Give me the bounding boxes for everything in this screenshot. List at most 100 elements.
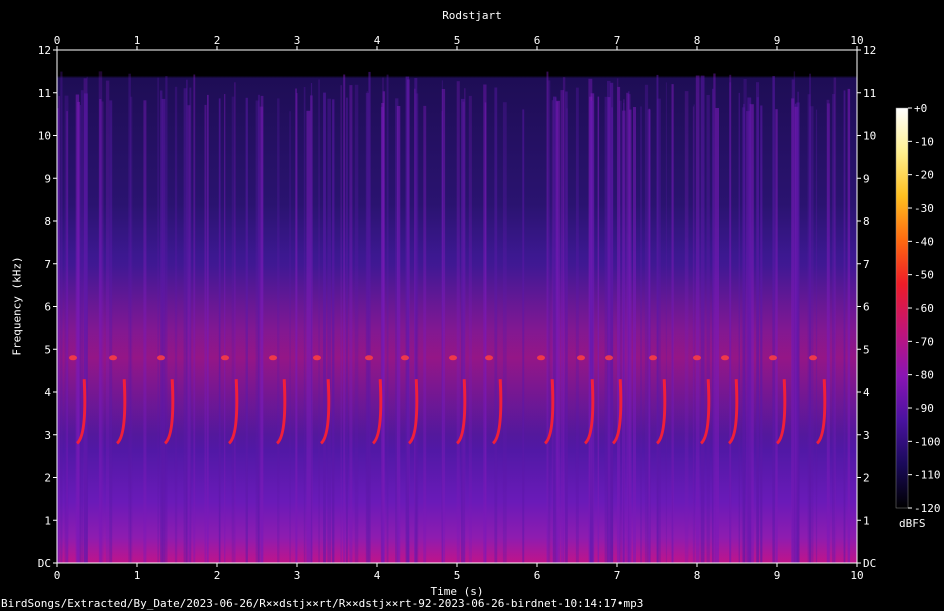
call-high-note (485, 355, 493, 361)
y-tick-label-left: 7 (44, 258, 51, 271)
colorbar-tick-label: -100 (914, 435, 941, 448)
colorbar-tick-label: -90 (914, 402, 934, 415)
noise-streak (193, 74, 196, 563)
x-tick-label-top: 6 (534, 34, 541, 47)
x-tick-label-top: 1 (134, 34, 141, 47)
noise-streak (231, 96, 235, 563)
noise-streak (556, 101, 558, 563)
noise-streak (66, 111, 68, 563)
colorbar (896, 108, 908, 508)
noise-streak (833, 77, 837, 563)
call-high-note (649, 355, 657, 361)
colorbar-tick-label: -30 (914, 202, 934, 215)
call-high-note (721, 355, 729, 361)
noise-streak (826, 99, 830, 564)
y-tick-label-left: 8 (44, 215, 51, 228)
noise-streak (79, 105, 81, 563)
x-tick-label-top: 10 (850, 34, 863, 47)
call-high-note (401, 355, 409, 361)
noise-streak (617, 86, 621, 564)
call-high-note (537, 355, 545, 361)
noise-streak (277, 98, 280, 564)
noise-streak (607, 80, 611, 564)
noise-streak (405, 76, 410, 563)
noise-streak (207, 94, 209, 564)
noise-streak (623, 103, 625, 563)
x-tick-label-bottom: 7 (614, 569, 621, 582)
colorbar-tick-label: -110 (914, 469, 941, 482)
noise-streak (589, 100, 594, 564)
noise-streak (648, 108, 651, 564)
noise-streak (847, 88, 851, 564)
call-high-note (365, 355, 373, 361)
noise-streak (756, 97, 759, 563)
y-tick-label-left: DC (38, 557, 51, 570)
colorbar-tick-label: -20 (914, 169, 934, 182)
y-tick-label-right: 5 (863, 343, 870, 356)
x-tick-label-top: 7 (614, 34, 621, 47)
noise-streak (713, 73, 716, 563)
noise-streak (640, 106, 642, 563)
noise-streak (565, 91, 568, 563)
y-tick-label-left: 10 (38, 130, 51, 143)
call-high-note (109, 355, 117, 361)
y-tick-label-right: 10 (863, 130, 876, 143)
call-high-note (269, 355, 277, 361)
noise-streak (522, 109, 525, 564)
call-high-note (313, 355, 321, 361)
y-tick-label-right: 3 (863, 429, 870, 442)
colorbar-tick-label: -60 (914, 302, 934, 315)
noise-streak (775, 109, 778, 563)
y-tick-label-left: 3 (44, 429, 51, 442)
noise-streak (843, 90, 846, 564)
noise-streak (183, 88, 187, 563)
colorbar-tick-label: -120 (914, 502, 941, 515)
noise-streak (700, 75, 705, 563)
noise-streak (729, 74, 732, 564)
x-tick-label-bottom: 5 (454, 569, 461, 582)
noise-streak (693, 104, 695, 563)
colorbar-tick-label: -70 (914, 335, 934, 348)
noise-streak (665, 82, 667, 564)
noise-streak (456, 81, 460, 563)
noise-streak (187, 105, 191, 563)
noise-streak (462, 101, 465, 563)
x-tick-label-bottom: 8 (694, 569, 701, 582)
y-tick-label-right: 4 (863, 386, 870, 399)
file-path: BirdSongs/Extracted/By_Date/2023-06-26/R… (1, 597, 644, 610)
colorbar-tick-label: -80 (914, 369, 934, 382)
noise-streak (738, 92, 740, 564)
noise-streak (343, 74, 346, 563)
y-axis-label: Frequency (kHz) (10, 256, 24, 356)
x-tick-label-top: 0 (54, 34, 61, 47)
noise-streak (80, 90, 84, 563)
noise-streak (75, 94, 80, 563)
noise-streak (441, 89, 446, 563)
call-high-note (157, 355, 165, 361)
noise-streak (303, 87, 306, 563)
noise-streak (494, 87, 498, 563)
y-tick-label-left: 9 (44, 172, 51, 185)
noise-streak (128, 73, 131, 563)
noise-streak (671, 109, 673, 563)
noise-streak (502, 102, 507, 563)
noise-streak (684, 91, 689, 563)
spectrogram-figure: 001122334455667788991010 DC DC1 12 23 34 45 56… (38, 34, 941, 582)
noise-streak (468, 95, 472, 564)
x-tick-label-bottom: 3 (294, 569, 301, 582)
y-tick-label-right: 12 (863, 44, 876, 57)
noise-streak (340, 85, 342, 563)
noise-streak (695, 75, 700, 563)
noise-streak (354, 84, 359, 564)
x-tick-label-top: 2 (214, 34, 221, 47)
y-tick-label-left: 12 (38, 44, 51, 57)
noise-streak (815, 109, 818, 563)
x-tick-label-top: 4 (374, 34, 381, 47)
noise-streak (555, 97, 557, 563)
x-tick-label-bottom: 1 (134, 569, 141, 582)
noise-streak (105, 80, 110, 563)
x-tick-label-bottom: 0 (54, 569, 61, 582)
noise-streak (101, 101, 104, 563)
y-tick-label-right: 8 (863, 215, 870, 228)
colorbar-unit-label: dBFS (899, 517, 926, 530)
